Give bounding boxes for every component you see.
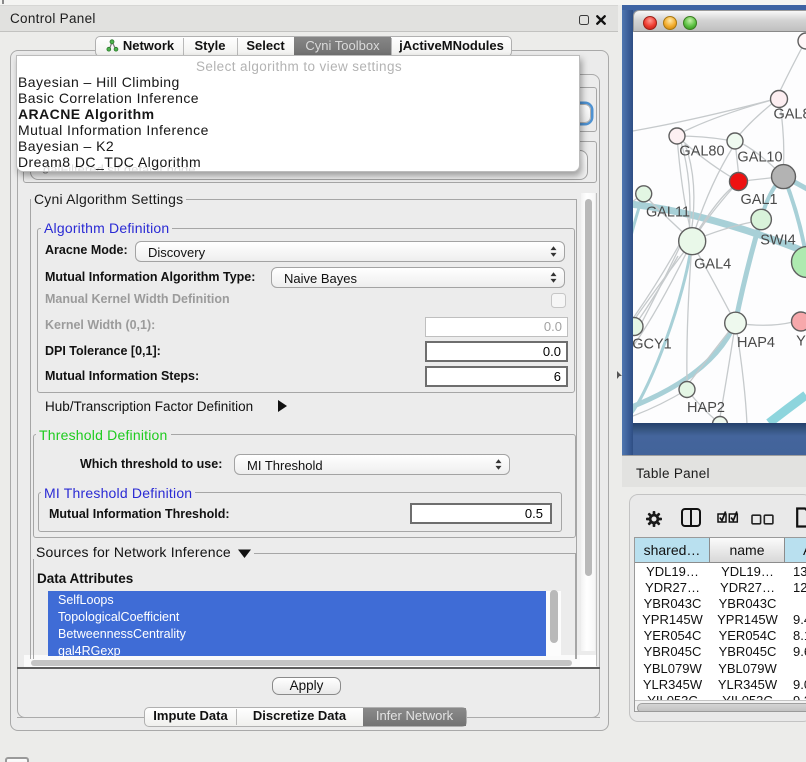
svg-text:HAP4: HAP4 [737,335,775,351]
svg-text:Y: Y [796,334,806,350]
svg-text:GAL4: GAL4 [694,257,731,273]
svg-text:GAL11: GAL11 [646,205,690,221]
svg-text:GAL80: GAL80 [679,144,724,160]
svg-text:GAL8: GAL8 [773,107,806,123]
svg-text:GAL10: GAL10 [737,150,782,166]
svg-text:GCY1: GCY1 [633,337,672,353]
svg-text:GAL1: GAL1 [740,192,777,208]
svg-text:HAP2: HAP2 [687,400,725,416]
svg-text:SWI4: SWI4 [760,233,795,249]
